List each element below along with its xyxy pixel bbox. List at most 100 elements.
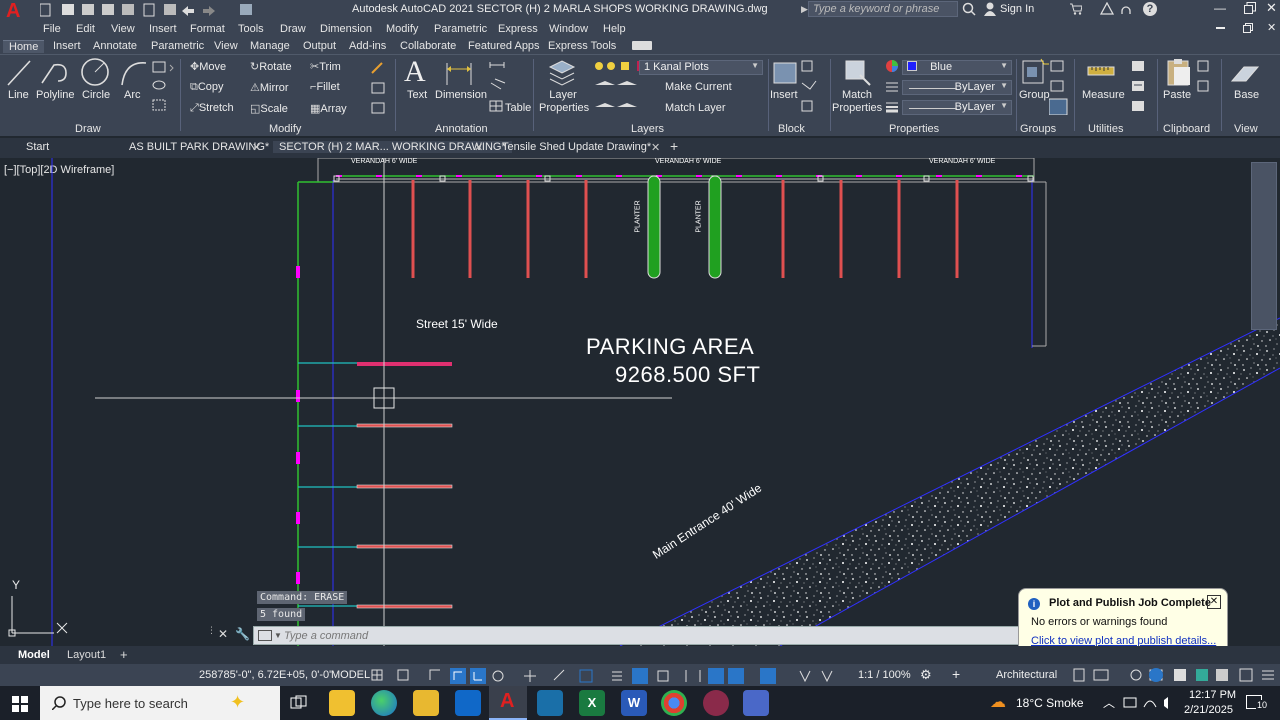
new-tab-icon[interactable]: + — [670, 138, 678, 154]
dimension-icon[interactable] — [445, 59, 473, 87]
close-icon[interactable]: ✕ — [651, 141, 660, 154]
word-app-icon[interactable]: W — [621, 690, 647, 716]
clock-date[interactable]: 2/21/2025 — [1184, 704, 1233, 716]
menu-parametric[interactable]: Parametric — [434, 23, 487, 35]
tab-tensile-shed[interactable]: Tensile Shed Update Drawing* — [502, 141, 651, 153]
autocad-taskbar-button[interactable]: A — [489, 686, 527, 720]
tab-layout1[interactable]: Layout1 — [67, 649, 106, 661]
paste-icon[interactable] — [1164, 57, 1194, 87]
clock-time[interactable]: 12:17 PM — [1189, 689, 1236, 701]
doc-minimize-icon[interactable] — [1216, 27, 1225, 29]
task-view-icon[interactable] — [290, 695, 308, 711]
close-icon[interactable]: ✕ — [1266, 0, 1278, 15]
group-button[interactable]: Group — [1019, 89, 1050, 101]
line-button[interactable]: Line — [8, 89, 29, 101]
stretch-button[interactable]: ⤢ Stretch — [190, 102, 234, 115]
insert-button[interactable]: Insert — [770, 89, 798, 101]
layer-state-icons[interactable] — [593, 59, 643, 119]
line-icon[interactable] — [6, 59, 32, 87]
model-space-button[interactable]: MODEL — [331, 669, 370, 681]
taskbar-search-input[interactable]: Type here to search — [73, 696, 188, 711]
block-panel-title[interactable]: Block — [778, 123, 805, 135]
view-panel-title[interactable]: View — [1234, 123, 1258, 135]
tab-addins[interactable]: Add-ins — [349, 40, 386, 52]
close-icon[interactable]: ✕ — [474, 141, 483, 154]
mirror-button[interactable]: ⚠ Mirror — [250, 81, 289, 94]
match-layer-button[interactable]: Match Layer — [665, 102, 726, 114]
chevron-right-icon[interactable]: ▶ — [801, 4, 808, 14]
clipboard-small-icons[interactable] — [1196, 59, 1214, 95]
array-button[interactable]: ▦ Array — [310, 102, 347, 115]
drafting-toggles[interactable] — [370, 668, 840, 684]
remote-app-icon[interactable] — [743, 690, 769, 716]
autocad-logo-icon[interactable]: A — [6, 1, 26, 21]
coordinates-readout[interactable]: 258785'-0", 6.72E+05, 0'-0" — [199, 669, 333, 681]
clipboard-panel-title[interactable]: Clipboard — [1163, 123, 1210, 135]
tab-view[interactable]: View — [214, 40, 238, 52]
tab-as-built-park[interactable]: AS BUILT PARK DRAWING* — [129, 141, 269, 153]
tab-collaborate[interactable]: Collaborate — [400, 40, 456, 52]
close-icon[interactable]: ✕ — [218, 627, 230, 641]
chevron-up-icon[interactable]: ︿ — [1103, 694, 1115, 711]
command-input[interactable]: Type a command — [284, 630, 368, 642]
rotate-button[interactable]: ↻ Rotate — [250, 60, 292, 73]
move-button[interactable]: ✥ Move — [190, 60, 226, 73]
notification-link[interactable]: Click to view plot and publish details..… — [1031, 635, 1216, 646]
base-button[interactable]: Base — [1234, 89, 1259, 101]
table-button[interactable]: Table — [505, 102, 531, 114]
menu-view[interactable]: View — [111, 23, 135, 35]
weather-text[interactable]: 18°C Smoke — [1016, 696, 1084, 710]
tab-annotate[interactable]: Annotate — [93, 40, 137, 52]
windows-start-icon[interactable] — [12, 696, 28, 712]
base-view-icon[interactable] — [1230, 59, 1260, 87]
tab-insert[interactable]: Insert — [53, 40, 81, 52]
tab-featured-apps[interactable]: Featured Apps — [468, 40, 540, 52]
draw-panel-title[interactable]: Draw — [75, 123, 101, 135]
exchange-icon[interactable] — [1099, 1, 1115, 16]
linetype-dropdown[interactable]: ByLayer ▼ — [902, 80, 1012, 95]
doc-close-icon[interactable]: ✕ — [1267, 21, 1277, 35]
command-line[interactable]: ▼ Type a command — [253, 626, 1043, 645]
measure-button[interactable]: Measure — [1082, 89, 1125, 101]
add-icon[interactable]: + — [952, 666, 966, 682]
search-icon[interactable] — [962, 2, 976, 16]
menu-window[interactable]: Window — [549, 23, 588, 35]
insert-block-icon[interactable] — [770, 57, 800, 87]
fillet-button[interactable]: ⌐ Fillet — [310, 81, 340, 93]
workspace-switch[interactable]: Architectural — [996, 669, 1057, 681]
excel-app-icon[interactable]: X — [579, 690, 605, 716]
layer-dropdown[interactable]: 1 Kanal Plots ▼ — [639, 60, 763, 75]
menu-dimension[interactable]: Dimension — [320, 23, 372, 35]
utilities-small-icons[interactable] — [1130, 59, 1148, 115]
utilities-panel-title[interactable]: Utilities — [1088, 123, 1123, 135]
stay-connected-icon[interactable] — [1120, 3, 1132, 15]
sign-in-button[interactable]: Sign In — [1000, 3, 1034, 15]
navigation-bar[interactable] — [1251, 162, 1277, 330]
match-properties-icon[interactable] — [842, 57, 872, 87]
minimize-icon[interactable]: — — [1214, 1, 1230, 15]
edge-app-icon[interactable] — [371, 690, 397, 716]
outlook-app-icon[interactable] — [455, 690, 481, 716]
block-small-icons[interactable] — [800, 59, 818, 115]
chrome-app-icon[interactable] — [661, 690, 687, 716]
annotation-scale[interactable]: 1:1 / 100% — [858, 669, 911, 681]
close-icon[interactable]: ✕ — [252, 141, 261, 154]
close-icon[interactable]: ✕ — [1207, 595, 1221, 609]
add-layout-icon[interactable]: + — [120, 647, 128, 662]
modify-panel-title[interactable]: Modify — [269, 123, 301, 135]
drawing-canvas[interactable]: [−][Top][2D Wireframe] VERANDAH 6' WIDE … — [0, 158, 1280, 646]
quick-access-icons[interactable] — [39, 3, 270, 17]
taskbar-search-box[interactable]: Type here to search ✦ — [40, 686, 280, 720]
properties-panel-title[interactable]: Properties — [889, 123, 939, 135]
cart-icon[interactable] — [1070, 3, 1083, 15]
menu-help[interactable]: Help — [603, 23, 626, 35]
menu-format[interactable]: Format — [190, 23, 225, 35]
tab-parametric[interactable]: Parametric — [151, 40, 204, 52]
wrench-icon[interactable]: 🔧 — [235, 627, 250, 641]
group-icon[interactable] — [1021, 57, 1049, 87]
store-app-icon[interactable] — [329, 690, 355, 716]
menu-edit[interactable]: Edit — [76, 23, 95, 35]
menu-file[interactable]: File — [43, 23, 61, 35]
restore-icon[interactable] — [1244, 2, 1256, 14]
polyline-icon[interactable] — [40, 59, 70, 87]
